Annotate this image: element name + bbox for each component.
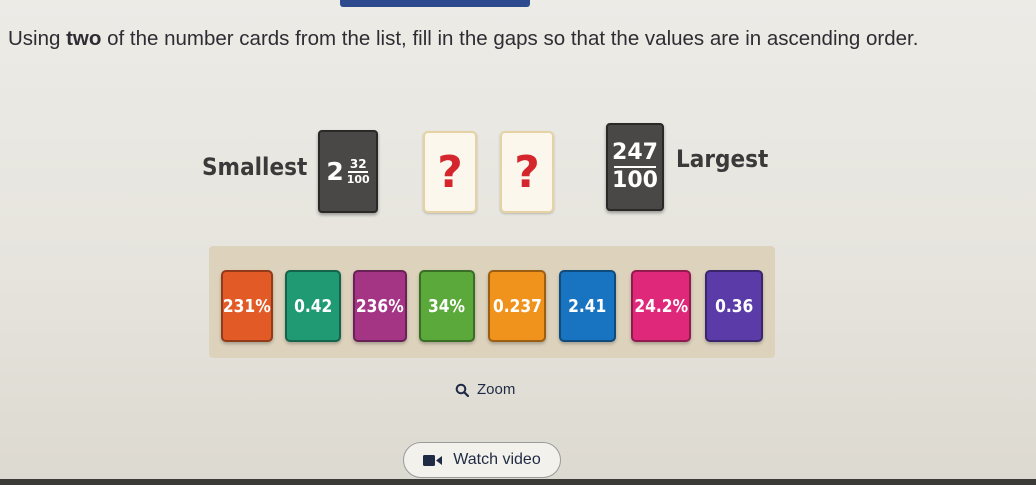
option-card-34-percent[interactable]: 34% — [419, 270, 475, 342]
bottom-edge — [0, 479, 1036, 485]
zoom-label: Zoom — [477, 381, 516, 398]
zoom-button[interactable]: Zoom — [455, 381, 515, 398]
question-emphasis: two — [66, 27, 102, 50]
gap-slot-2[interactable]: ? — [500, 131, 554, 213]
smallest-label: Smallest — [202, 153, 308, 181]
fixed-card-first: 2 32 100 — [318, 130, 378, 213]
watch-video-label: Watch video — [453, 451, 541, 468]
option-card-24-2-percent[interactable]: 24.2% — [631, 270, 691, 342]
fraction-numerator: 32 — [349, 157, 367, 172]
question-text: Using two of the number cards from the l… — [8, 27, 919, 50]
watch-video-button[interactable]: Watch video — [403, 442, 561, 478]
video-icon — [423, 454, 443, 466]
search-icon — [455, 383, 469, 397]
largest-label: Largest — [676, 145, 769, 173]
option-card-231-percent[interactable]: 231% — [221, 270, 273, 342]
mixed-whole: 2 — [326, 157, 344, 186]
option-card-236-percent[interactable]: 236% — [353, 270, 407, 342]
fraction-numerator: 247 — [612, 140, 658, 165]
option-card-2-41[interactable]: 2.41 — [559, 270, 616, 342]
option-card-0-237[interactable]: 0.237 — [488, 270, 546, 342]
ordering-row: Smallest 2 32 100 ? ? 247 100 Largest — [0, 120, 1036, 220]
fixed-card-last: 247 100 — [606, 123, 664, 211]
option-card-0-36[interactable]: 0.36 — [705, 270, 763, 342]
fraction-denominator: 100 — [612, 168, 658, 193]
fraction-denominator: 100 — [346, 172, 370, 186]
gap-slot-1[interactable]: ? — [423, 131, 477, 213]
top-progress-bar — [340, 0, 530, 7]
option-card-0-42[interactable]: 0.42 — [285, 270, 341, 342]
number-card-tray: 231% 0.42 236% 34% 0.237 2.41 24.2% 0.36 — [209, 246, 775, 358]
